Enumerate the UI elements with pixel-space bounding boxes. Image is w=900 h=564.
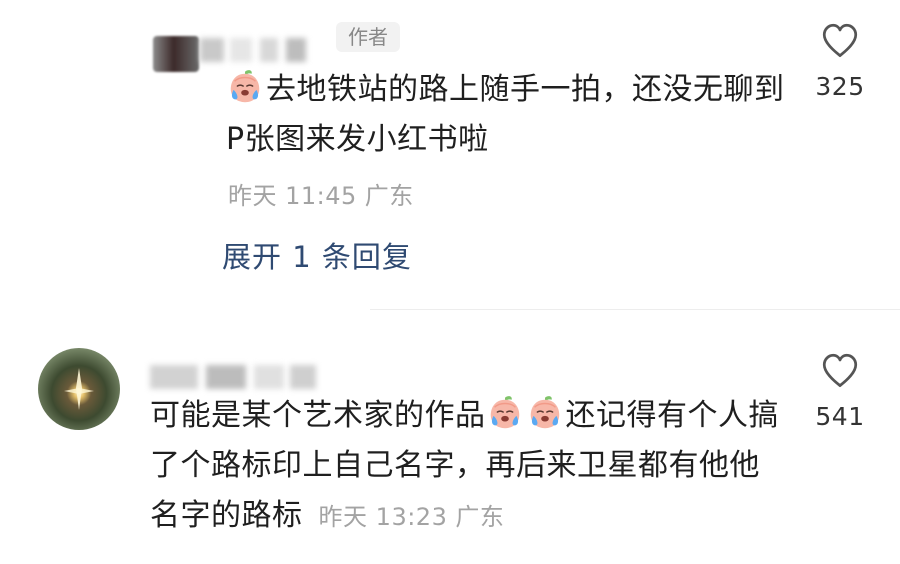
like-button[interactable]: 541: [805, 350, 875, 431]
like-count: 541: [815, 402, 865, 431]
comment-item-author: 作者 去地铁站的路上随手一拍，还没无聊到P张图来发小红书啦 昨天 11:45 广东…: [0, 0, 900, 300]
heart-outline-icon: [819, 20, 861, 62]
crying-face-emoji-icon: [226, 68, 264, 106]
username-redacted[interactable]: [200, 38, 320, 62]
expand-replies-link[interactable]: 展开 1 条回复: [222, 234, 412, 276]
comment-item: 可能是某个艺术家的作品 还记得有个人搞了个路标印上自己名字，再后来卫星都有他他名字…: [0, 330, 900, 564]
comment-text-before: 可能是某个艺术家的作品: [150, 398, 486, 433]
sparkle-icon: [64, 368, 94, 410]
blur-block: [230, 38, 252, 62]
heart-outline-icon: [819, 350, 861, 392]
comment-divider: [370, 309, 900, 310]
blur-block: [290, 365, 316, 389]
blur-block: [260, 38, 278, 62]
blur-block: [206, 365, 246, 389]
crying-face-emoji-icon: [526, 394, 564, 432]
crying-face-emoji-icon: [486, 394, 524, 432]
comment-time: 昨天 13:23: [318, 503, 448, 531]
blur-block: [254, 365, 284, 389]
comment-meta: 昨天 11:45 广东: [228, 176, 414, 211]
comment-location: 广东: [455, 503, 505, 531]
comment-time: 昨天 11:45: [228, 182, 357, 210]
comment-text: 去地铁站的路上随手一拍，还没无聊到P张图来发小红书啦: [226, 65, 786, 165]
comment-meta: 昨天 13:23 广东: [319, 503, 505, 531]
username-redacted[interactable]: [150, 365, 330, 389]
comment-text-content: 去地铁站的路上随手一拍，还没无聊到P张图来发小红书啦: [226, 72, 785, 157]
author-badge: 作者: [336, 22, 400, 52]
like-button[interactable]: 325: [805, 20, 875, 101]
like-count: 325: [815, 72, 865, 101]
comment-location: 广东: [364, 182, 414, 210]
avatar[interactable]: [38, 348, 120, 430]
avatar[interactable]: [153, 36, 199, 72]
blur-block: [286, 38, 306, 62]
comment-text: 可能是某个艺术家的作品 还记得有个人搞了个路标印上自己名字，再后来卫星都有他他名字…: [150, 391, 790, 542]
blur-block: [150, 365, 198, 389]
blur-block: [200, 38, 224, 62]
